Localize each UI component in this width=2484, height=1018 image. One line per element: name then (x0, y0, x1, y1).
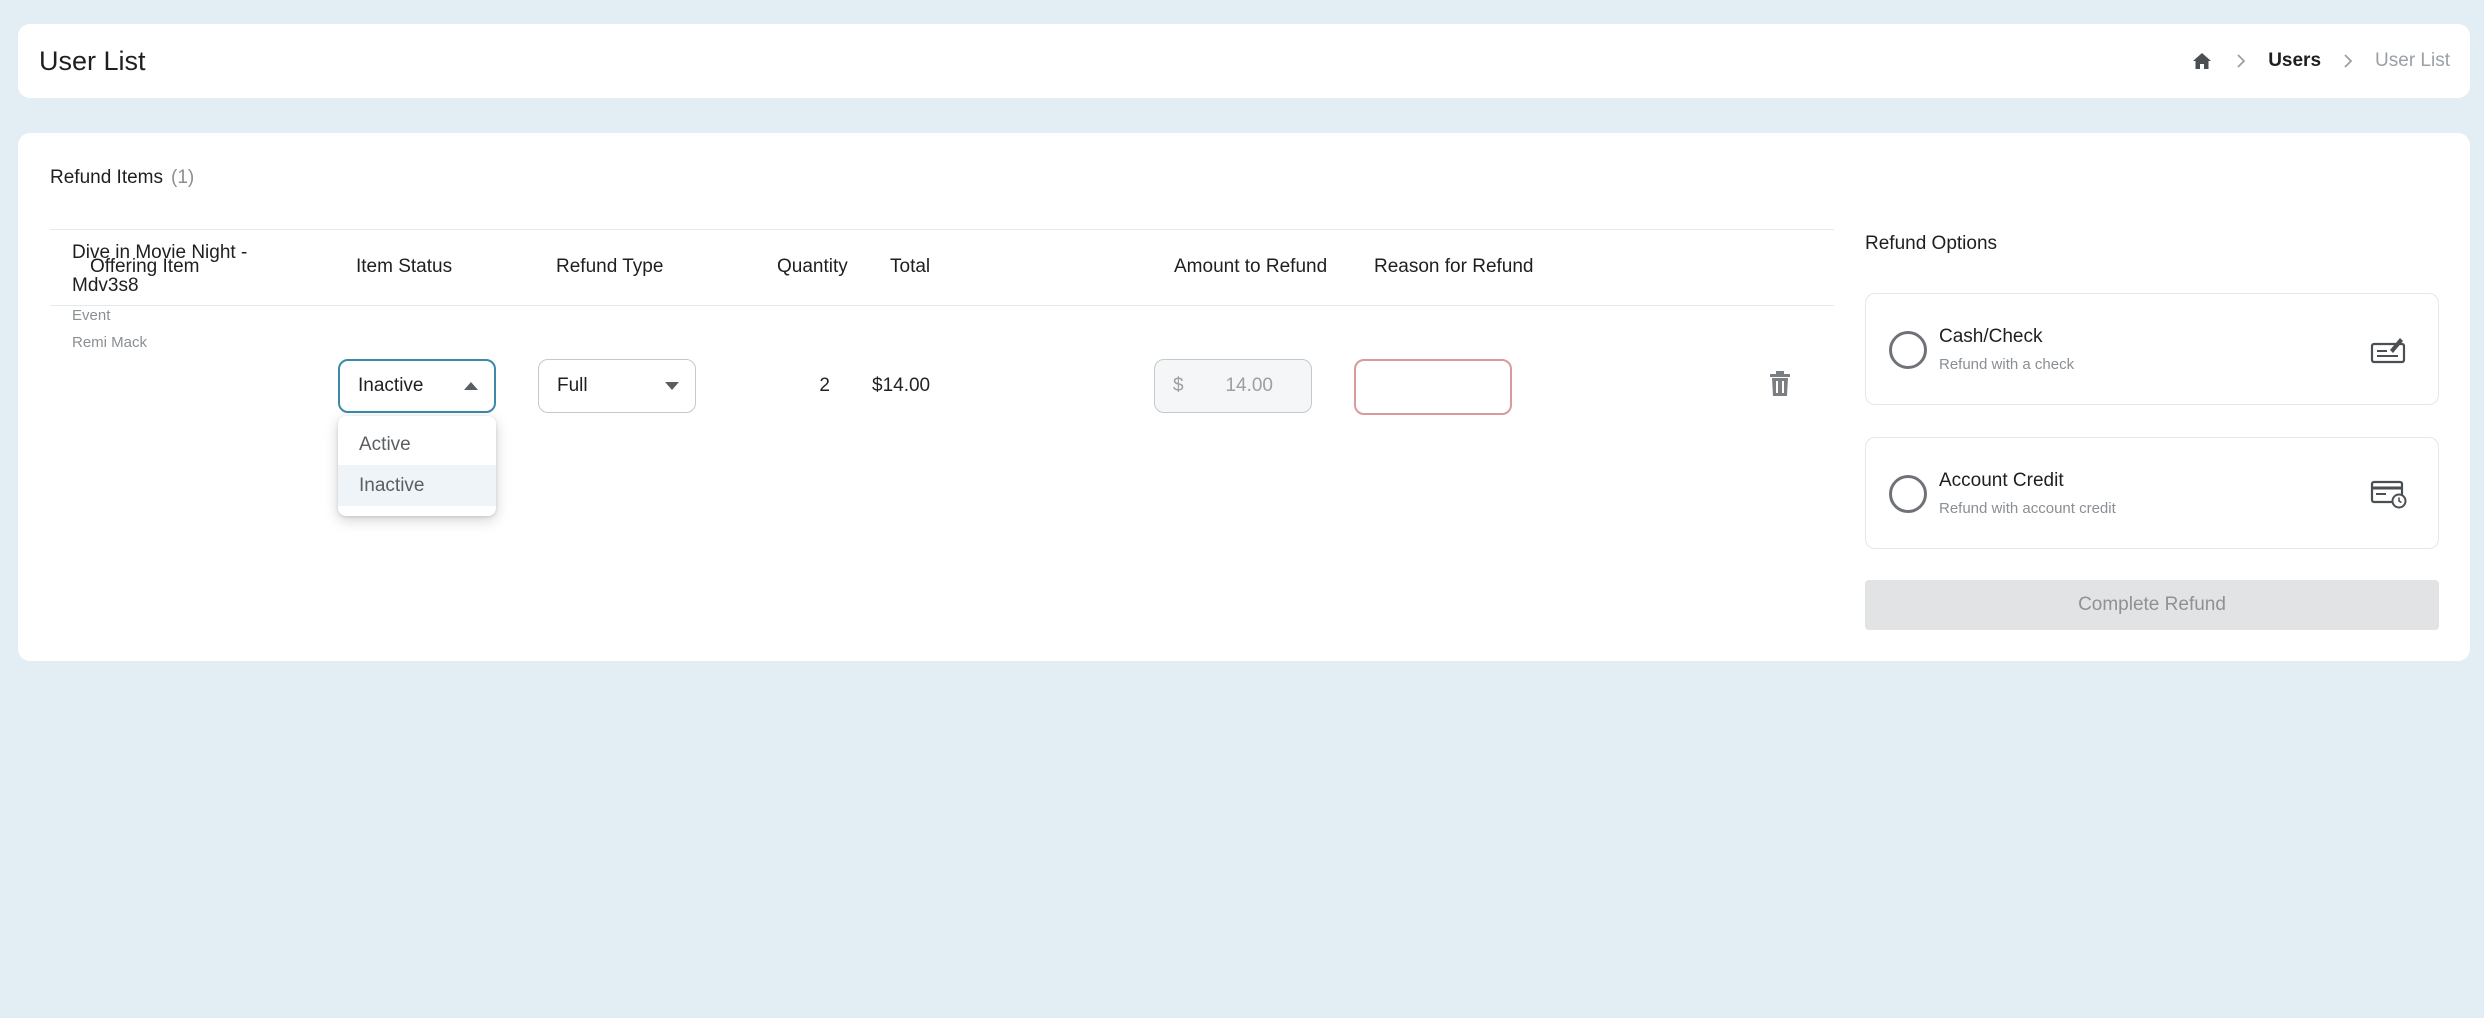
refund-option-cash-check[interactable]: Cash/Check Refund with a check (1865, 293, 2439, 405)
page-header: User List Users User List (18, 24, 2470, 98)
offering-item-name: Dive in Movie Night - Mdv3s8 (72, 242, 248, 296)
radio-cash-check[interactable] (1889, 331, 1927, 369)
refund-items-label: Refund Items (50, 167, 163, 188)
status-option-active[interactable]: Active (338, 424, 496, 465)
table-divider (50, 229, 1834, 230)
complete-refund-button[interactable]: Complete Refund (1865, 580, 2439, 630)
quantity-value: 2 (819, 375, 830, 396)
caret-up-icon (464, 361, 478, 411)
column-total: Total (890, 256, 931, 277)
total-value: $14.00 (872, 375, 931, 396)
home-icon[interactable] (2192, 50, 2214, 72)
amount-to-refund-input[interactable]: $ 14.00 (1154, 359, 1312, 413)
column-quantity: Quantity (777, 256, 848, 277)
currency-symbol: $ (1173, 375, 1184, 396)
option-title: Cash/Check (1939, 326, 2043, 347)
radio-account-credit[interactable] (1889, 475, 1927, 513)
option-description: Refund with account credit (1939, 500, 2116, 517)
column-refund-type: Refund Type (556, 256, 664, 277)
refund-card: Refund Items (1) Offering Item Item Statu… (18, 133, 2470, 661)
breadcrumb-users-link[interactable]: Users (2268, 50, 2321, 72)
option-description: Refund with a check (1939, 356, 2075, 373)
item-status-value: Inactive (358, 375, 424, 396)
refund-items-title: Refund Items (1) (50, 167, 194, 189)
chevron-right-icon (2343, 53, 2353, 69)
option-title: Account Credit (1939, 470, 2064, 491)
refund-items-count: (1) (171, 167, 195, 188)
breadcrumb: Users User List (2192, 24, 2450, 98)
item-status-select[interactable]: Inactive (338, 359, 496, 413)
breadcrumb-current: User List (2375, 50, 2450, 71)
check-payment-icon (2370, 334, 2408, 366)
offering-item-owner: Remi Mack (72, 334, 148, 351)
column-reason-for-refund: Reason for Refund (1374, 256, 1534, 277)
amount-to-refund-value: 14.00 (1225, 375, 1273, 396)
column-item-status: Item Status (356, 256, 453, 277)
account-credit-icon (2370, 478, 2408, 510)
refund-option-account-credit[interactable]: Account Credit Refund with account credi… (1865, 437, 2439, 549)
table-divider (50, 305, 1834, 306)
refund-type-value: Full (557, 375, 588, 396)
item-status-dropdown: Active Inactive (338, 416, 496, 516)
refund-type-select[interactable]: Full (538, 359, 696, 413)
refund-options-title: Refund Options (1865, 233, 1998, 254)
delete-icon[interactable] (1769, 371, 1795, 401)
reason-for-refund-input[interactable] (1354, 359, 1512, 415)
offering-item-type: Event (72, 307, 111, 324)
status-option-inactive[interactable]: Inactive (338, 465, 496, 506)
chevron-right-icon (2236, 53, 2246, 69)
page-title: User List (39, 46, 146, 76)
column-amount-to-refund: Amount to Refund (1174, 256, 1328, 277)
caret-down-icon (665, 360, 679, 412)
